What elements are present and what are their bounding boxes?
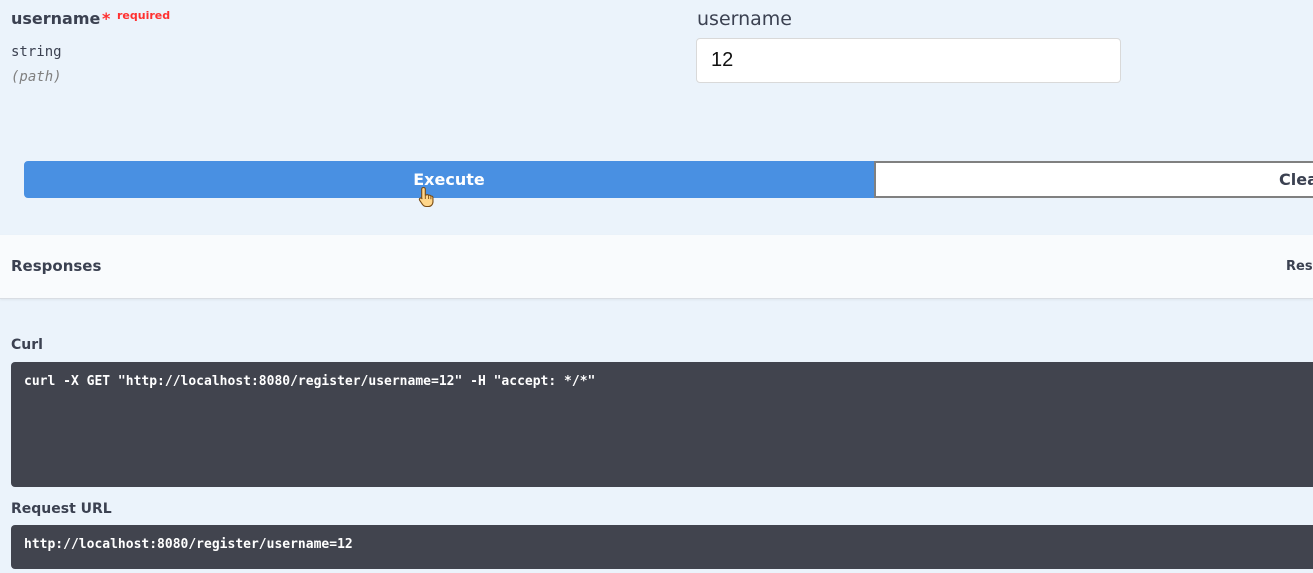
execute-button[interactable]: Execute xyxy=(24,161,874,198)
curl-command-block[interactable]: curl -X GET "http://localhost:8080/regis… xyxy=(11,362,1313,487)
parameter-location: (path) xyxy=(11,69,62,85)
username-field-label: username xyxy=(697,8,792,30)
request-url-label: Request URL xyxy=(11,501,112,517)
required-label: required xyxy=(117,9,171,22)
request-url-block[interactable]: http://localhost:8080/register/username=… xyxy=(11,525,1313,569)
parameter-name: username xyxy=(11,9,101,28)
responses-title: Responses xyxy=(11,257,102,275)
parameter-type: string xyxy=(11,44,62,60)
response-content-type-label: Resp xyxy=(1286,259,1313,274)
clear-button[interactable]: Clear xyxy=(874,161,1313,198)
hand-pointer-icon xyxy=(418,186,434,208)
responses-header: Responses Resp xyxy=(0,235,1313,299)
execute-button-group: Execute Clear xyxy=(24,161,1313,198)
username-input[interactable] xyxy=(696,38,1121,83)
curl-label: Curl xyxy=(11,337,43,353)
required-star: * xyxy=(102,9,111,28)
